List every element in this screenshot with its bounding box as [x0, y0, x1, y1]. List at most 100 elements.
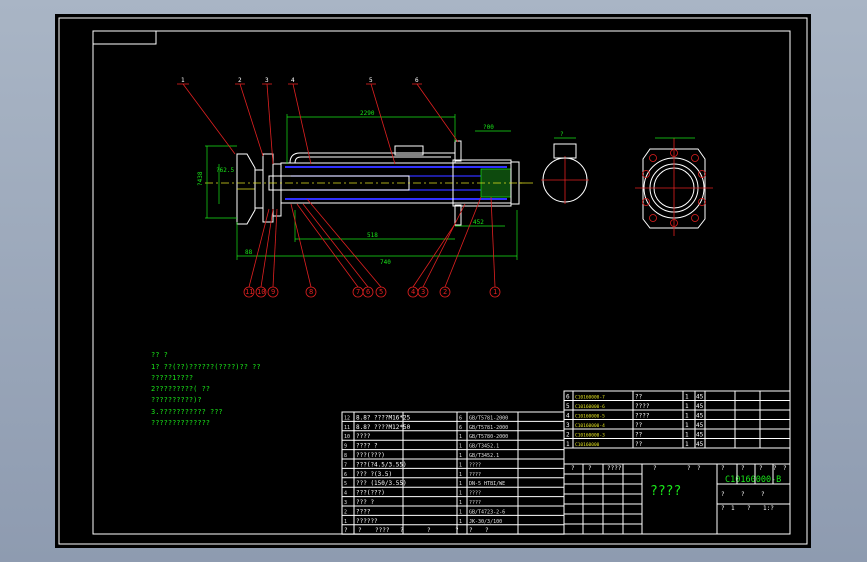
bom-row-8-no: 8 — [344, 453, 347, 459]
approval-5: ? — [773, 465, 777, 472]
scale-value-1: 1 — [731, 505, 735, 512]
part-row-4-qty: 1 — [685, 413, 689, 420]
part-row-2-no: 2 — [566, 432, 570, 439]
note-line-1: 1? ??(??)??????(????)?? ?? — [151, 363, 261, 371]
part-row-1-no: 1 — [566, 441, 570, 448]
bom-header-4: ? — [427, 527, 431, 534]
part-row-3-mat: 45 — [696, 422, 704, 429]
dimensions: 2290 ?438 ?62.5 ?00 88 740 518 452 — [197, 110, 518, 266]
bom-row-5-qty: 1 — [459, 481, 462, 487]
bom-row-11-name: 8.8? ????M12*50 — [356, 424, 411, 431]
parts-list-table: 6 C10160000-7?? 1 45 5 C10160000-6???? 1 45 4 C10… — [563, 390, 791, 449]
bom-row-8-name: ???(???) — [356, 452, 385, 459]
bom-row-1-name: ?????? — [356, 518, 378, 525]
bom-row-5-no: 5 — [344, 481, 347, 487]
scale-value-3: 1:? — [763, 505, 774, 512]
part-row-6-no: 6 — [566, 394, 570, 401]
bom-row-11-qty: 6 — [459, 425, 462, 431]
bom-row-1-qty: 1 — [459, 519, 462, 525]
note-line-6: ?????????????? — [151, 419, 210, 427]
bom-row-4-no: 4 — [344, 491, 347, 497]
scale-header-2: ? — [761, 491, 765, 498]
callout-bottom-4: 4 — [411, 288, 415, 296]
part-row-5-name: ???? — [635, 403, 650, 410]
bom-row-12-std: GB/T5781-2000 — [469, 415, 508, 421]
side-view-trunnion: ? — [541, 131, 589, 204]
part-row-2-mat: 45 — [696, 432, 704, 439]
dim-left-height: ?438 — [197, 171, 204, 186]
part-row-6-name: ?? — [635, 394, 643, 401]
bom-header-1: ? — [358, 527, 362, 534]
bom-header-5: ? — [455, 527, 459, 534]
bom-row-4-qty: 1 — [459, 491, 462, 497]
bom-header-7: ? — [485, 527, 489, 534]
bom-row-9-qty: 1 — [459, 444, 462, 450]
callout-top-4: 4 — [291, 77, 295, 84]
bom-row-9-no: 9 — [344, 444, 347, 450]
approval-1: ? — [697, 465, 701, 472]
bom-row-3-qty: 1 — [459, 500, 462, 506]
part-row-4-code: C10160000-5 — [575, 414, 605, 420]
corner-title-box — [92, 30, 157, 45]
bom-row-3-std: ???? — [469, 500, 481, 506]
header-sign-2: ???? — [607, 465, 622, 472]
callout-bottom-8: 8 — [309, 288, 313, 296]
part-row-4-no: 4 — [566, 413, 570, 420]
scale-value-2: ? — [747, 505, 751, 512]
bom-row-12-no: 12 — [344, 415, 350, 421]
oil-pipe — [289, 152, 456, 164]
dim-right-top: ?00 — [483, 124, 494, 131]
bom-row-2-std: GB/T4723-2-6 — [469, 509, 505, 515]
dim-bottom-4: 452 — [473, 219, 484, 226]
bom-row-2-qty: 1 — [459, 509, 462, 515]
callout-top-5: 5 — [369, 77, 373, 84]
bom-row-11-std: GB/T5781-2000 — [469, 425, 508, 431]
bom-header-6: ? — [469, 527, 473, 534]
note-line-2: ?????1???? — [151, 374, 193, 382]
dim-left-dia: ?62.5 — [216, 167, 234, 174]
callout-bottom-3: 3 — [421, 288, 425, 296]
header-sign-3: ? — [653, 465, 657, 472]
callout-top-6: 6 — [415, 77, 419, 84]
bom-row-7-std: ???? — [469, 462, 481, 468]
dim-top-length: 2290 — [360, 110, 375, 117]
part-row-2-code: C10160000-3 — [575, 433, 605, 439]
bom-row-3-name: ??? ? — [356, 499, 374, 506]
part-row-5-qty: 1 — [685, 403, 689, 410]
part-row-1-code: C10160000 — [575, 442, 600, 448]
bom-row-6-name: ??? ?(3.5) — [356, 471, 392, 478]
title-block: ???? C10160000-B ? ? ? ? 1 ? 1:? ? ? ???… — [563, 390, 791, 535]
part-row-6-mat: 45 — [696, 394, 704, 401]
bom-row-6-qty: 1 — [459, 472, 462, 478]
bom-row-10-name: ???? — [356, 433, 371, 440]
bom-row-8-qty: 1 — [459, 453, 462, 459]
part-row-3-qty: 1 — [685, 422, 689, 429]
part-row-1-qty: 1 — [685, 441, 689, 448]
scale-value-0: ? — [721, 505, 725, 512]
cad-viewport[interactable]: 2290 ?438 ?62.5 ?00 88 740 518 452 1 2 3… — [0, 0, 867, 562]
note-line-4: ??????????)? — [151, 396, 202, 404]
approval-2: ? — [721, 465, 725, 472]
approval-0: ? — [687, 465, 691, 472]
dim-top-right-small: ? — [560, 131, 564, 138]
part-row-3-code: C10160000-4 — [575, 423, 605, 429]
bom-row-5-std: DN-5 HTBI/WE — [469, 481, 505, 487]
bom-row-12-name: 8.8? ????M16*25 — [356, 414, 411, 421]
approval-4: ? — [759, 465, 763, 472]
part-row-4-mat: 45 — [696, 413, 704, 420]
part-row-2-qty: 1 — [685, 432, 689, 439]
drawing-sheet: 2290 ?438 ?62.5 ?00 88 740 518 452 1 2 3… — [55, 14, 811, 548]
bom-row-2-no: 2 — [344, 509, 347, 515]
bom-row-5-name: ??? (150/3.55) — [356, 480, 407, 487]
bom-row-11-no: 11 — [344, 425, 350, 431]
part-row-6-qty: 1 — [685, 394, 689, 401]
bom-row-7-no: 7 — [344, 462, 347, 468]
part-row-5-no: 5 — [566, 403, 570, 410]
bom-header-2: ???? — [375, 527, 390, 534]
part-row-4-name: ???? — [635, 413, 650, 420]
note-line-3: 2?????????( ?? — [151, 385, 210, 393]
end-view-flange — [635, 137, 713, 236]
bom-header-3: ? — [400, 527, 404, 534]
top-callouts: 1 2 3 4 5 6 — [177, 77, 459, 165]
callout-bottom-7: 7 — [356, 288, 360, 296]
